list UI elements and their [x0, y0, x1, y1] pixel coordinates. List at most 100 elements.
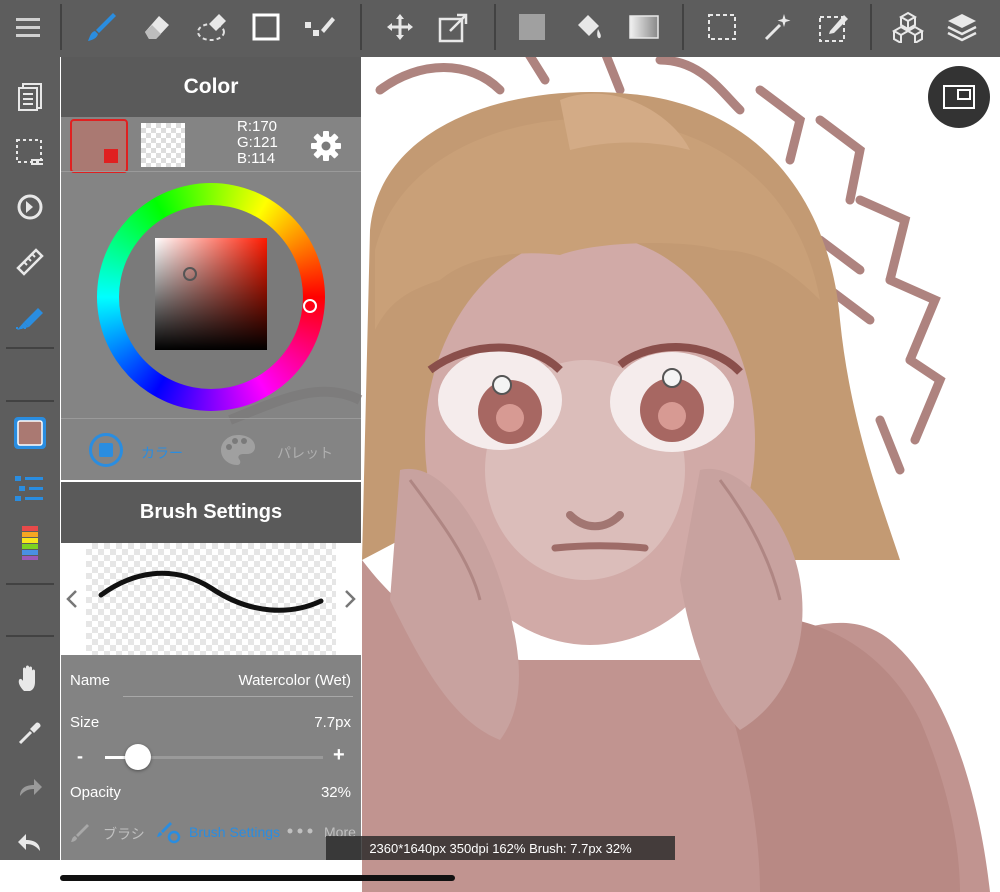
toolbar-divider [60, 4, 62, 50]
palette-tab-label[interactable]: パレット [277, 443, 333, 463]
pen-path-icon [305, 17, 335, 36]
preview-next-icon[interactable] [343, 589, 357, 609]
brush-tab-icon[interactable] [69, 822, 91, 844]
secondary-color-swatch[interactable] [141, 123, 185, 167]
pages-icon [18, 83, 42, 111]
blue-value: B:114 [237, 150, 276, 167]
transform-icon [438, 13, 468, 43]
selection-pen-icon [819, 15, 848, 42]
eraser-tool-button[interactable] [132, 4, 180, 50]
gear-icon [311, 131, 341, 161]
rotate-icon [17, 194, 43, 220]
fill-square-icon [519, 14, 545, 40]
select-pen-button[interactable] [810, 4, 858, 50]
cubes-icon [891, 11, 925, 43]
brush-opacity-label: Opacity [70, 784, 121, 801]
eraser-icon [145, 16, 169, 39]
toolbar-divider [6, 400, 54, 402]
color-panel-title: Color [61, 57, 361, 117]
brush-size-value: 7.7px [314, 714, 351, 731]
brush-size-label: Size [70, 714, 100, 731]
gradient-icon [629, 15, 659, 39]
selection-menu-button[interactable] [6, 129, 54, 175]
status-bar: 2360*1640px 350dpi 162% Brush: 7.7px 32% [326, 836, 675, 860]
more-dots-icon[interactable] [287, 828, 315, 834]
brush-panel-tabs: ブラシ Brush Settings More [61, 812, 361, 860]
move-tool-button[interactable] [376, 4, 424, 50]
preview-prev-icon[interactable] [65, 589, 79, 609]
magic-wand-button[interactable] [754, 4, 802, 50]
brush-name-label: Name [70, 672, 111, 689]
brush-icon [88, 13, 116, 41]
brush-settings-tab-label[interactable]: Brush Settings [189, 824, 280, 840]
undo-icon [18, 834, 40, 851]
navigator-icon [943, 85, 975, 109]
color-tab-label[interactable]: カラー [141, 443, 183, 463]
brush-panel-title: Brush Settings [61, 482, 361, 543]
brush-name-value[interactable]: Watercolor (Wet) [238, 672, 351, 689]
redo-button[interactable] [6, 765, 54, 811]
ruler-button[interactable] [6, 239, 54, 285]
materials-button[interactable] [884, 4, 932, 50]
undo-button[interactable] [6, 820, 54, 866]
transform-tool-button[interactable] [430, 4, 478, 50]
rainbow-bar-icon [22, 526, 38, 560]
name-underline [123, 696, 353, 697]
brush-tab-label[interactable]: ブラシ [103, 824, 145, 844]
eyedropper-icon [18, 722, 41, 745]
bucket-tool-button[interactable] [564, 4, 612, 50]
brush-tool-button[interactable] [78, 4, 126, 50]
left-toolbar [0, 57, 60, 860]
toolbar-divider [6, 347, 54, 349]
toolbar-divider [360, 4, 362, 50]
size-increase-button[interactable]: + [333, 744, 345, 767]
red-value: R:170 [237, 118, 278, 135]
color-panel-button[interactable] [6, 410, 54, 456]
sv-handle[interactable] [183, 267, 197, 281]
gradient-tool-button[interactable] [620, 4, 668, 50]
redo-icon [20, 779, 42, 796]
hamburger-icon [16, 18, 40, 37]
shape-tool-button[interactable] [242, 4, 290, 50]
page-manager-button[interactable] [6, 74, 54, 120]
selection-eraser-button[interactable] [188, 4, 236, 50]
snap-pen-icon [16, 308, 43, 330]
primary-color-swatch[interactable] [70, 119, 128, 173]
top-toolbar [0, 0, 1000, 57]
color-panel: Color R:170 G:121 B:114 カラー パレット [61, 57, 361, 480]
hue-handle[interactable] [303, 299, 317, 313]
brush-stroke-preview [61, 543, 361, 655]
marquee-icon [708, 14, 736, 40]
selection-list-icon [16, 139, 43, 165]
color-settings-button[interactable] [309, 129, 343, 163]
gradient-palette-button[interactable] [6, 520, 54, 566]
toolbar-divider [682, 4, 684, 50]
snap-pen-button[interactable] [6, 294, 54, 340]
square-icon [252, 13, 280, 41]
toolbar-divider [870, 4, 872, 50]
panel-divider [61, 171, 361, 172]
color-tab-icon[interactable] [89, 433, 123, 467]
layers-icon [947, 14, 977, 42]
toolbar-divider [6, 635, 54, 637]
select-tool-button[interactable] [698, 4, 746, 50]
curve-ruler-button[interactable] [296, 4, 344, 50]
rotate-canvas-button[interactable] [6, 184, 54, 230]
hand-tool-button[interactable] [6, 655, 54, 701]
color-tab-icon-inner [99, 443, 113, 457]
brush-list-button[interactable] [6, 465, 54, 511]
toolbar-divider [6, 583, 54, 585]
brush-settings-tab-icon[interactable] [155, 820, 181, 844]
home-indicator [60, 875, 455, 881]
menu-button[interactable] [4, 4, 52, 50]
navigator-button[interactable] [928, 66, 990, 128]
size-decrease-button[interactable]: - [77, 746, 83, 767]
fill-color-button[interactable] [508, 4, 556, 50]
layers-button[interactable] [938, 4, 986, 50]
green-value: G:121 [237, 134, 278, 151]
eyedropper-button[interactable] [6, 710, 54, 756]
palette-icon[interactable] [219, 433, 257, 467]
size-slider-track[interactable] [105, 744, 323, 770]
size-slider-thumb[interactable] [125, 744, 151, 770]
saturation-value-square[interactable] [155, 238, 267, 350]
